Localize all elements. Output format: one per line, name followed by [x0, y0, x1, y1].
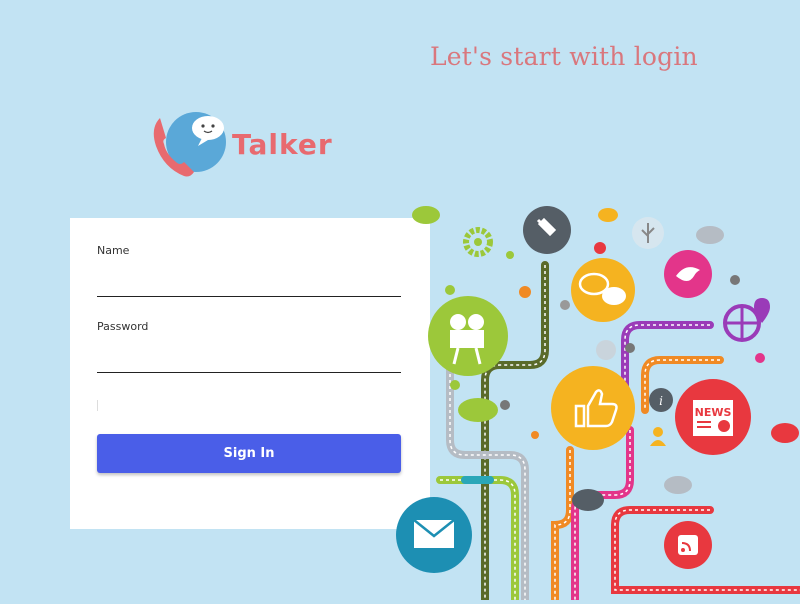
news-badge-text: NEWS: [695, 406, 732, 419]
person-icon: [653, 427, 663, 437]
text-caret: [97, 400, 98, 411]
talker-logo: Talker: [146, 106, 346, 184]
thumbs-up-icon: [551, 366, 635, 450]
svg-text:i: i: [659, 394, 663, 408]
logo-text: Talker: [232, 128, 333, 161]
phone-chat-logo-icon: [153, 112, 226, 177]
info-icon: [596, 340, 616, 360]
password-label: Password: [97, 320, 149, 333]
social-network-illustration: i NEWS: [330, 180, 800, 604]
name-label: Name: [97, 244, 130, 257]
chat-bubbles-icon: [571, 258, 635, 322]
page-headline: Let's start with login: [430, 42, 698, 71]
